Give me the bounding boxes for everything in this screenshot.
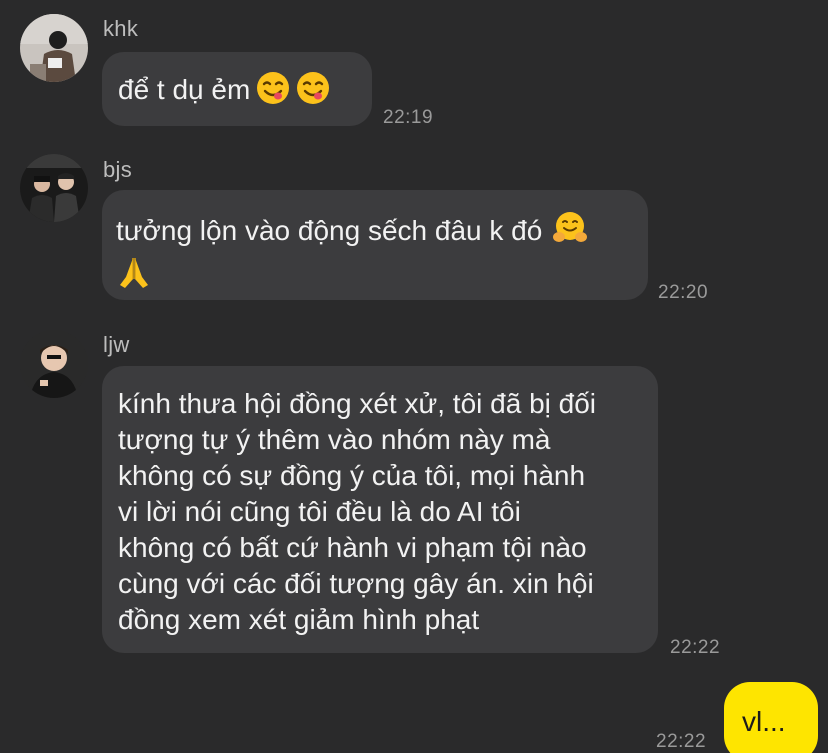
message-text: tưởng lộn vào động sếch đâu k đó (116, 215, 543, 246)
message-bubble[interactable]: để t dụ ẻm (102, 52, 372, 126)
avatar-ljw[interactable] (20, 330, 88, 398)
message-time: 22:22 (656, 731, 707, 752)
hugging-face-icon (552, 210, 588, 255)
message-text: vl... (742, 706, 786, 737)
yum-face-icon (256, 71, 290, 114)
chat-room: khk để t dụ ẻm 22:19 bjs tưởng lộn vào đ… (0, 0, 828, 753)
sender-name: bjs (103, 157, 133, 182)
message-time: 22:20 (658, 282, 709, 303)
message-text: kính thưa hội đồng xét xử, tôi đã bị đối… (118, 388, 597, 635)
sender-name: khk (103, 16, 139, 41)
message-text: để t dụ ẻm (118, 74, 251, 105)
avatar-bjs[interactable] (20, 154, 88, 222)
my-message-bubble[interactable]: vl... (724, 682, 818, 753)
message-bubble[interactable]: tưởng lộn vào động sếch đâu k đó (102, 190, 648, 300)
message-bubble[interactable]: kính thưa hội đồng xét xử, tôi đã bị đối… (102, 366, 658, 653)
message-time: 22:19 (383, 107, 434, 128)
avatar-khk[interactable] (20, 14, 88, 82)
message-time: 22:22 (670, 637, 721, 658)
sender-name: ljw (103, 332, 130, 357)
folded-hands-icon (116, 255, 152, 300)
yum-face-icon (296, 71, 330, 114)
